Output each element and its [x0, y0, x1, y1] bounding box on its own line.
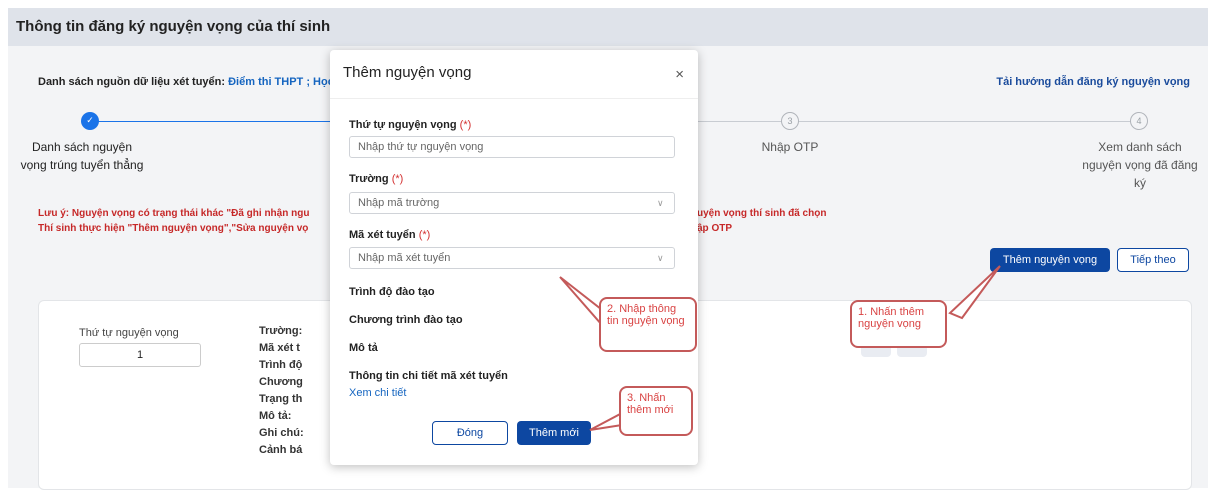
- steps-line-active: [90, 121, 330, 122]
- code-select[interactable]: [349, 247, 675, 269]
- callout-2: 2. Nhập thông tin nguyện vọng: [599, 297, 697, 352]
- program-label: Chương trình đào tạo: [349, 314, 463, 326]
- chevron-down-icon: ∨: [657, 198, 664, 208]
- sources-value: Điểm thi THPT ; Học: [228, 76, 334, 88]
- view-detail-link[interactable]: Xem chi tiết: [349, 387, 406, 399]
- detail-label: Thông tin chi tiết mã xét tuyển: [349, 370, 508, 382]
- chevron-down-icon: ∨: [657, 253, 664, 263]
- page: Thông tin đăng ký nguyện vọng của thí si…: [0, 0, 1208, 490]
- order-field-label: Thứ tự nguyện vọng (*): [349, 119, 472, 131]
- step-3-dot: 3: [781, 112, 799, 130]
- step-4-label: Xem danh sách nguyện vọng đã đăng ký: [1082, 140, 1198, 190]
- step-4-dot: 4: [1130, 112, 1148, 130]
- order-value: 1: [79, 343, 201, 367]
- callout-1: 1. Nhấn thêm nguyện vọng: [850, 300, 947, 348]
- close-icon[interactable]: ×: [675, 66, 684, 83]
- order-label: Thứ tự nguyện vọng: [79, 327, 179, 339]
- note-left: Lưu ý: Nguyện vọng có trạng thái khác "Đ…: [38, 208, 310, 234]
- note-right: uyện vọng thí sinh đã chọn ập OTP: [697, 208, 827, 234]
- description-label: Mô tả: [349, 342, 378, 354]
- modal-title: Thêm nguyện vọng: [343, 64, 472, 81]
- add-wish-button[interactable]: Thêm nguyện vọng: [990, 248, 1110, 272]
- card-fields: Trường: Mã xét t Trình độ Chương Trạng t…: [259, 325, 304, 456]
- modal-divider: [330, 98, 698, 99]
- guide-link[interactable]: Tải hướng dẫn đăng ký nguyện vọng: [996, 76, 1190, 88]
- level-label: Trình độ đào tạo: [349, 286, 435, 298]
- step-1-check-icon: ✓: [81, 112, 99, 130]
- sources-label: Danh sách nguồn dữ liệu xét tuyển:: [38, 76, 226, 88]
- add-new-button[interactable]: Thêm mới: [517, 421, 591, 445]
- order-input[interactable]: [349, 136, 675, 158]
- close-button[interactable]: Đóng: [432, 421, 508, 445]
- school-field-label: Trường (*): [349, 173, 404, 185]
- step-1-label: Danh sách nguyện vọng trúng tuyển thẳng: [20, 140, 144, 172]
- title-bar: Thông tin đăng ký nguyện vọng của thí si…: [8, 8, 1208, 46]
- step-3-label: Nhập OTP: [761, 140, 819, 154]
- sources-line: Danh sách nguồn dữ liệu xét tuyển: Điểm …: [38, 76, 334, 88]
- callout-3: 3. Nhấn thêm mới: [619, 386, 693, 436]
- code-field-label: Mã xét tuyển (*): [349, 229, 431, 241]
- school-select[interactable]: [349, 192, 675, 214]
- page-title: Thông tin đăng ký nguyện vọng của thí si…: [16, 18, 331, 35]
- next-button[interactable]: Tiếp theo: [1117, 248, 1189, 272]
